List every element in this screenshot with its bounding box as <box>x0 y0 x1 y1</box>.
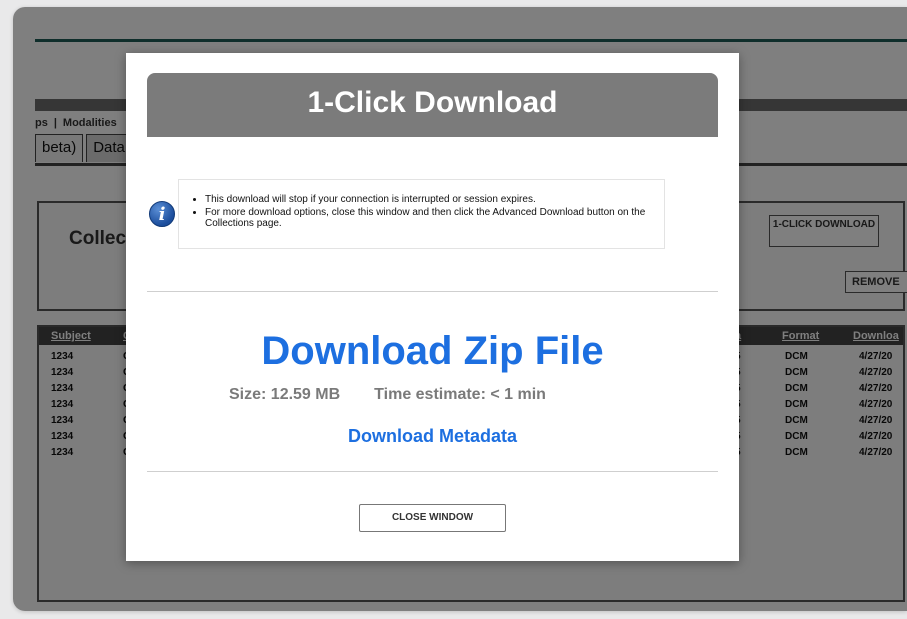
info-icon: i <box>149 201 175 227</box>
download-size-info: Size: 12.59 MB Time estimate: < 1 min <box>229 386 546 404</box>
info-item: This download will stop if your connecti… <box>205 194 654 206</box>
one-click-download-dialog: 1-Click Download i This download will st… <box>126 53 739 561</box>
download-metadata-link[interactable]: Download Metadata <box>126 426 739 447</box>
size-text: Size: 12.59 MB <box>229 386 341 403</box>
window-frame: ps | Modalities beta) Data Collec 1-CLIC… <box>13 7 907 611</box>
download-zip-link[interactable]: Download Zip File <box>126 329 739 374</box>
info-box: This download will stop if your connecti… <box>178 179 665 249</box>
time-estimate-text: Time estimate: < 1 min <box>374 386 546 403</box>
info-item: For more download options, close this wi… <box>205 207 654 230</box>
dialog-header: 1-Click Download <box>147 73 718 137</box>
divider-top <box>147 291 718 292</box>
close-window-button[interactable]: CLOSE WINDOW <box>359 504 506 532</box>
dialog-title: 1-Click Download <box>307 86 558 119</box>
divider-bottom <box>147 471 718 472</box>
